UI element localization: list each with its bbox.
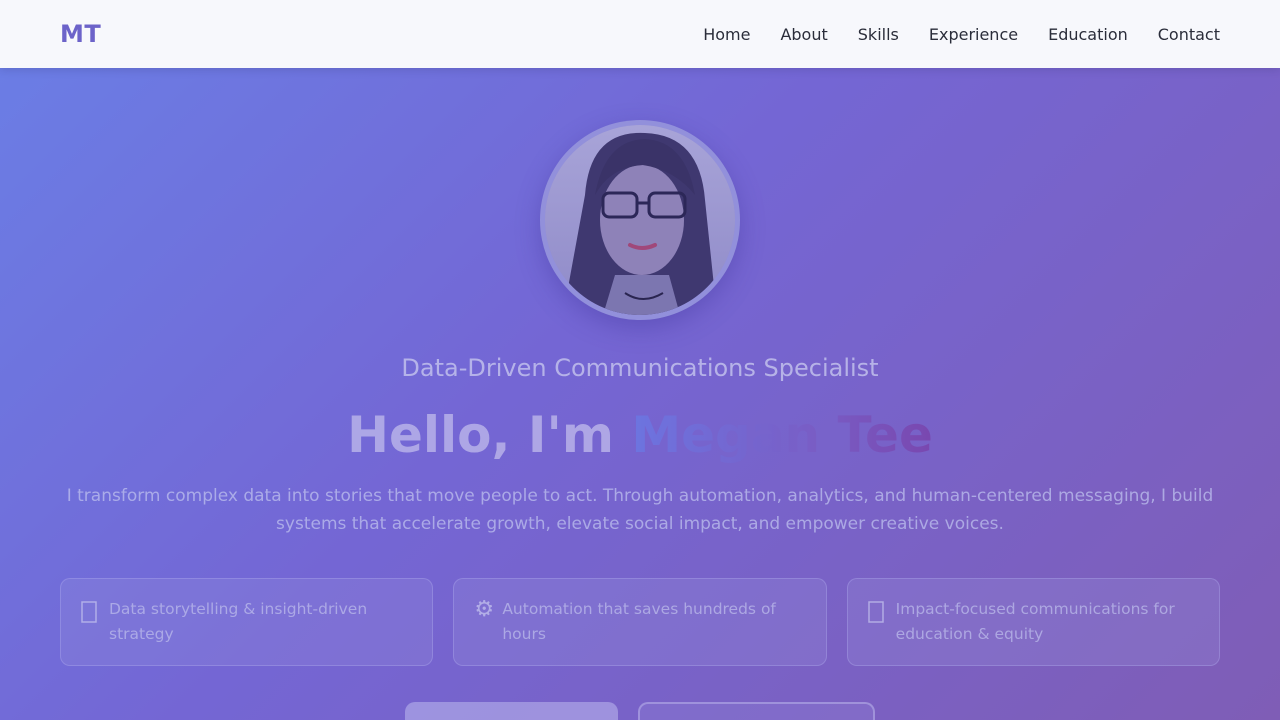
nav-link-contact[interactable]: Contact [1158, 25, 1220, 44]
nav-links: Home About Skills Experience Education C… [703, 25, 1220, 44]
secondary-cta-button[interactable] [638, 702, 875, 720]
nav-item-skills: Skills [858, 25, 899, 44]
chart-icon-glyph [81, 601, 97, 623]
nav-item-contact: Contact [1158, 25, 1220, 44]
target-icon [867, 597, 896, 623]
hero-subtitle: Data-Driven Communications Specialist [401, 354, 879, 382]
nav-link-experience[interactable]: Experience [929, 25, 1018, 44]
highlight-card-text: Impact-focused communications for educat… [895, 600, 1175, 643]
target-icon-glyph [867, 601, 884, 623]
nav-link-home[interactable]: Home [703, 25, 750, 44]
profile-photo-image [545, 125, 735, 315]
nav-link-education[interactable]: Education [1048, 25, 1128, 44]
nav-link-about[interactable]: About [780, 25, 827, 44]
highlight-card-text: Automation that saves hundreds of hours [502, 600, 776, 643]
gear-icon: ⚙ [474, 597, 495, 622]
chart-icon [81, 597, 109, 623]
hero-section: Data-Driven Communications Specialist He… [0, 68, 1280, 720]
nav-item-home: Home [703, 25, 750, 44]
cta-buttons [405, 702, 875, 720]
hero-intro: I transform complex data into stories th… [66, 486, 1214, 534]
nav-item-about: About [780, 25, 827, 44]
hero-headline: Hello, I'm Megan Tee [0, 406, 1280, 464]
highlight-card: ⚙ Automation that saves hundreds of hour… [453, 578, 827, 666]
primary-cta-button[interactable] [405, 702, 618, 720]
hero-name: Megan Tee [631, 406, 933, 464]
profile-photo [540, 120, 740, 320]
nav-item-experience: Experience [929, 25, 1018, 44]
nav-link-skills[interactable]: Skills [858, 25, 899, 44]
nav-item-education: Education [1048, 25, 1128, 44]
hero-greeting: Hello, I'm [347, 406, 632, 464]
highlight-card-text: Data storytelling & insight-driven strat… [109, 600, 368, 643]
highlight-card: Data storytelling & insight-driven strat… [60, 578, 434, 666]
highlight-cards: Data storytelling & insight-driven strat… [60, 578, 1220, 666]
site-logo[interactable]: MT [60, 20, 101, 48]
navbar: MT Home About Skills Experience Educatio… [0, 0, 1280, 68]
highlight-card: Impact-focused communications for educat… [846, 578, 1220, 666]
